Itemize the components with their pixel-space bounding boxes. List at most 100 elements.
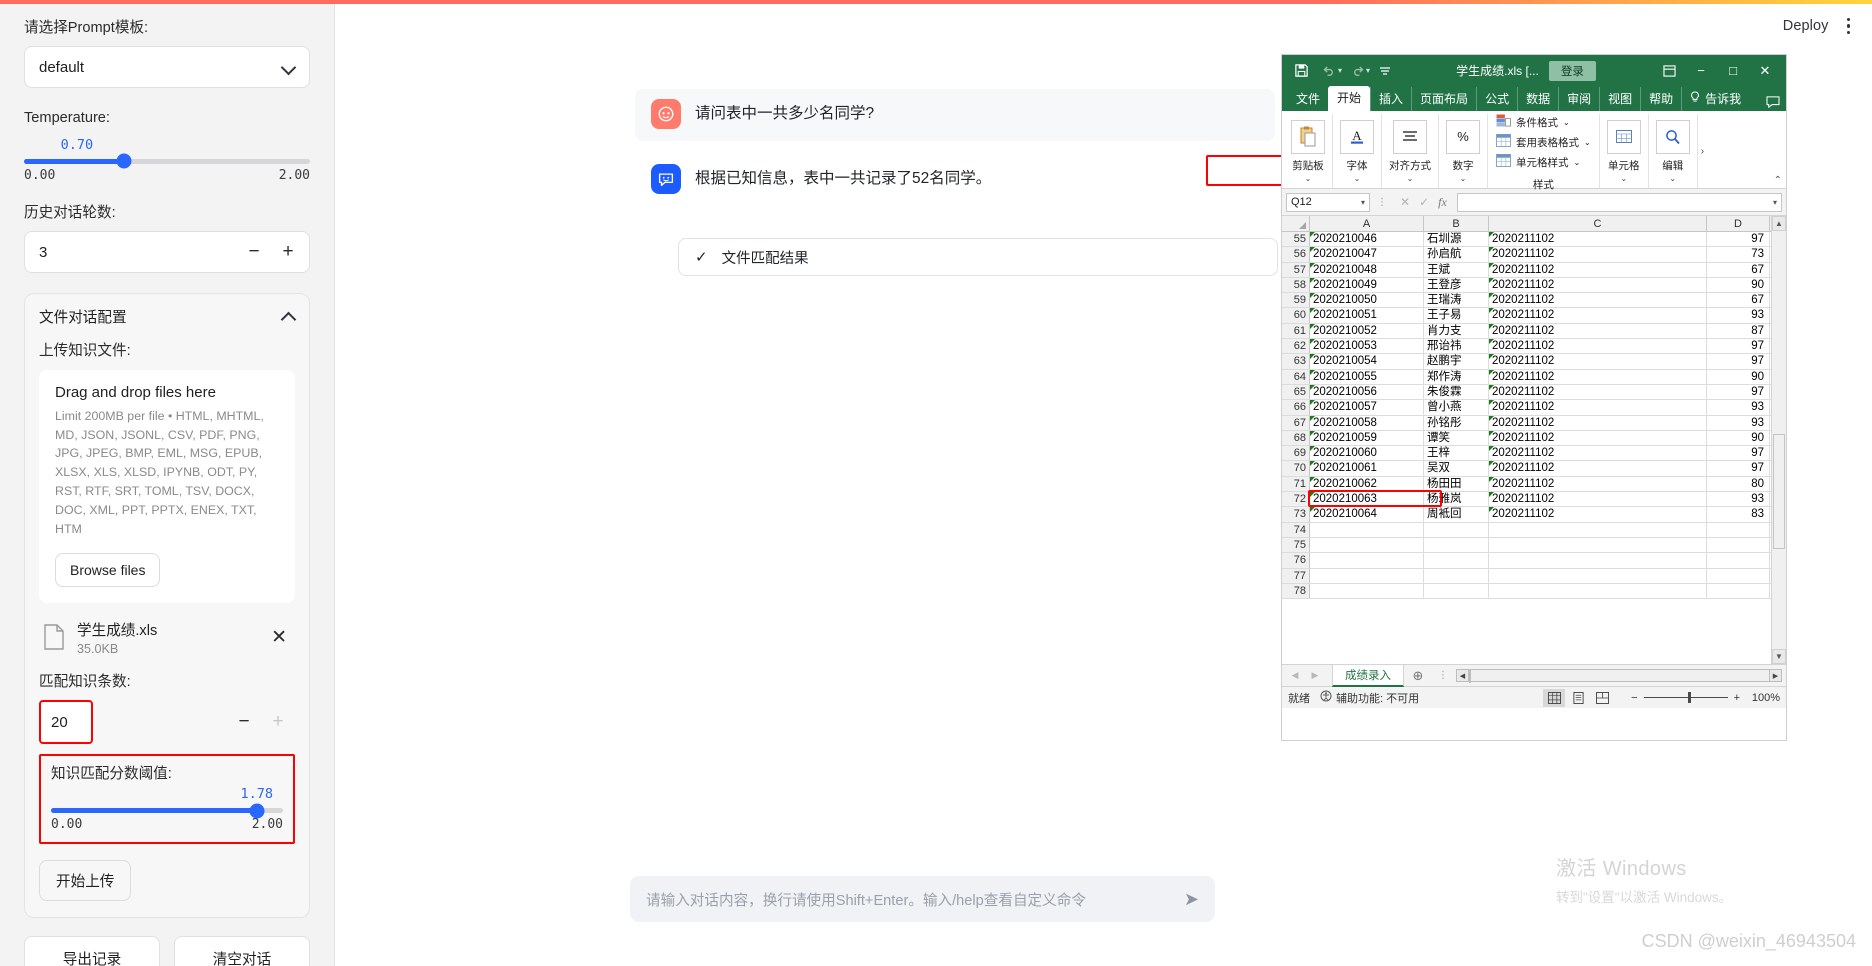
excel-row[interactable]: 71 2020210062 杨田田 2020211102 80 bbox=[1282, 476, 1786, 493]
cell-C61[interactable]: 2020211102 bbox=[1489, 323, 1707, 339]
excel-row[interactable]: 55 2020210046 石圳源 2020211102 97 bbox=[1282, 232, 1786, 248]
normal-view-icon[interactable] bbox=[1543, 688, 1566, 707]
row-header[interactable]: 62 bbox=[1282, 339, 1310, 354]
cell-B66[interactable]: 曾小燕 bbox=[1424, 400, 1489, 415]
cell-C74[interactable] bbox=[1489, 522, 1707, 537]
excel-row[interactable]: 72 2020210063 杨雅岚 2020211102 93 bbox=[1282, 492, 1786, 508]
cell-C75[interactable] bbox=[1489, 537, 1707, 553]
cell-C76[interactable] bbox=[1489, 553, 1707, 568]
cell-B74[interactable] bbox=[1424, 522, 1489, 537]
cell-D76[interactable] bbox=[1707, 553, 1770, 568]
cell-C63[interactable]: 2020211102 bbox=[1489, 354, 1707, 369]
column-header-a[interactable]: A bbox=[1310, 216, 1424, 231]
remove-file-icon[interactable]: ✕ bbox=[267, 628, 291, 647]
cell-C71[interactable]: 2020211102 bbox=[1489, 476, 1707, 492]
tab-page-layout[interactable]: 页面布局 bbox=[1411, 87, 1476, 111]
ribbon-group-cells[interactable]: 单元格 ⌄ bbox=[1600, 114, 1649, 188]
tab-view[interactable]: 视图 bbox=[1599, 87, 1640, 111]
send-icon[interactable]: ➤ bbox=[1184, 889, 1199, 910]
tab-home[interactable]: 开始 bbox=[1328, 86, 1371, 111]
cells-icon[interactable] bbox=[1606, 120, 1641, 154]
cell-B78[interactable] bbox=[1424, 583, 1489, 599]
zoom-in-button[interactable]: + bbox=[1734, 692, 1740, 704]
conditional-formatting-button[interactable]: 条件格式 ⌄ bbox=[1496, 114, 1591, 130]
cell-B62[interactable]: 邢诒祎 bbox=[1424, 339, 1489, 354]
cell-A75[interactable] bbox=[1310, 537, 1424, 553]
chat-input[interactable]: 请输入对话内容，换行请使用Shift+Enter。输入/help查看自定义命令 … bbox=[630, 876, 1215, 922]
row-header[interactable]: 78 bbox=[1282, 583, 1310, 599]
column-header-d[interactable]: D bbox=[1707, 216, 1770, 231]
chevron-down-icon[interactable]: ⌄ bbox=[1620, 174, 1627, 183]
chevron-down-icon[interactable]: ⌄ bbox=[1305, 174, 1312, 183]
chevron-down-icon[interactable]: ⌄ bbox=[1354, 174, 1361, 183]
vertical-scrollbar-thumb[interactable] bbox=[1773, 434, 1785, 549]
row-header[interactable]: 63 bbox=[1282, 354, 1310, 369]
excel-row[interactable]: 67 2020210058 孙铭彤 2020211102 93 bbox=[1282, 415, 1786, 431]
tab-review[interactable]: 审阅 bbox=[1558, 87, 1599, 111]
previous-sheet-icon[interactable]: ◀ bbox=[1286, 670, 1304, 681]
row-header[interactable]: 61 bbox=[1282, 323, 1310, 339]
number-format-icon[interactable]: % bbox=[1446, 120, 1480, 154]
browse-files-button[interactable]: Browse files bbox=[55, 552, 161, 587]
cell-A61[interactable]: 2020210052 bbox=[1310, 323, 1424, 339]
file-chat-config-header[interactable]: 文件对话配置 bbox=[39, 306, 295, 327]
zoom-slider[interactable] bbox=[1643, 692, 1728, 703]
match-count-value[interactable]: 20 bbox=[51, 714, 68, 731]
excel-row[interactable]: 61 2020210052 肖力支 2020211102 87 bbox=[1282, 323, 1786, 340]
cell-C70[interactable]: 2020211102 bbox=[1489, 461, 1707, 476]
close-button[interactable]: ✕ bbox=[1750, 55, 1780, 86]
zoom-percentage[interactable]: 100% bbox=[1746, 692, 1780, 704]
cell-D62[interactable]: 97 bbox=[1707, 339, 1770, 354]
next-sheet-icon[interactable]: ▶ bbox=[1306, 670, 1324, 681]
insert-function-icon[interactable]: fx bbox=[1438, 195, 1447, 210]
cell-B64[interactable]: 郑作涛 bbox=[1424, 369, 1489, 384]
excel-row[interactable]: 70 2020210061 吴双 2020211102 97 bbox=[1282, 461, 1786, 477]
row-header[interactable]: 55 bbox=[1282, 232, 1310, 247]
excel-row[interactable]: 62 2020210053 邢诒祎 2020211102 97 bbox=[1282, 339, 1786, 355]
chevron-down-icon[interactable]: ⌄ bbox=[1669, 174, 1676, 183]
cell-B60[interactable]: 王子易 bbox=[1424, 308, 1489, 323]
chevron-down-icon[interactable]: ⌄ bbox=[1460, 174, 1467, 183]
excel-row[interactable]: 76 bbox=[1282, 553, 1786, 569]
clear-chat-button[interactable]: 清空对话 bbox=[174, 936, 310, 966]
horizontal-scrollbar-track[interactable] bbox=[1469, 669, 1769, 683]
ribbon-group-number[interactable]: % 数字 ⌄ bbox=[1439, 114, 1488, 188]
ribbon-more-button[interactable]: › bbox=[1698, 146, 1707, 157]
excel-row[interactable]: 60 2020210051 王子易 2020211102 93 bbox=[1282, 308, 1786, 324]
column-header-c[interactable]: C bbox=[1489, 216, 1707, 231]
cell-B59[interactable]: 王瑞涛 bbox=[1424, 293, 1489, 308]
excel-row[interactable]: 78 bbox=[1282, 583, 1786, 600]
cell-C57[interactable]: 2020211102 bbox=[1489, 262, 1707, 277]
file-match-result-box[interactable]: ✓ 文件匹配结果 bbox=[678, 238, 1278, 276]
chevron-down-icon[interactable]: ⌄ bbox=[1407, 174, 1414, 183]
cell-B70[interactable]: 吴双 bbox=[1424, 461, 1489, 476]
cell-D70[interactable]: 97 bbox=[1707, 461, 1770, 476]
add-sheet-icon[interactable]: ⊕ bbox=[1406, 668, 1430, 684]
customize-qat-icon[interactable] bbox=[1372, 59, 1398, 83]
history-rounds-input[interactable]: 3 − + bbox=[24, 231, 310, 274]
row-header[interactable]: 58 bbox=[1282, 277, 1310, 293]
excel-row[interactable]: 66 2020210057 曾小燕 2020211102 93 bbox=[1282, 400, 1786, 416]
cell-C58[interactable]: 2020211102 bbox=[1489, 277, 1707, 293]
row-header[interactable]: 76 bbox=[1282, 553, 1310, 568]
scroll-left-button[interactable]: ◀ bbox=[1456, 669, 1469, 682]
expand-formula-bar-icon[interactable]: ▾ bbox=[1773, 198, 1777, 207]
cell-D67[interactable]: 93 bbox=[1707, 415, 1770, 430]
cell-A71[interactable]: 2020210062 bbox=[1310, 476, 1424, 492]
history-rounds-value[interactable]: 3 bbox=[39, 244, 237, 261]
row-header[interactable]: 64 bbox=[1282, 369, 1310, 384]
row-header[interactable]: 56 bbox=[1282, 247, 1310, 262]
cell-styles-button[interactable]: 单元格样式 ⌄ bbox=[1496, 154, 1591, 170]
cell-A63[interactable]: 2020210054 bbox=[1310, 354, 1424, 369]
collapse-ribbon-icon[interactable]: ⌃ bbox=[1774, 175, 1782, 186]
cell-A66[interactable]: 2020210057 bbox=[1310, 400, 1424, 415]
excel-row[interactable]: 63 2020210054 赵鹏宇 2020211102 97 bbox=[1282, 354, 1786, 370]
clipboard-icon[interactable] bbox=[1291, 120, 1325, 154]
match-count-increment[interactable]: + bbox=[261, 702, 295, 742]
cell-A72[interactable]: 2020210063 bbox=[1310, 492, 1424, 507]
cell-C65[interactable]: 2020211102 bbox=[1489, 384, 1707, 400]
row-header[interactable]: 75 bbox=[1282, 537, 1310, 553]
cell-B63[interactable]: 赵鹏宇 bbox=[1424, 354, 1489, 369]
score-threshold-slider[interactable] bbox=[51, 803, 283, 819]
cell-D64[interactable]: 90 bbox=[1707, 369, 1770, 384]
